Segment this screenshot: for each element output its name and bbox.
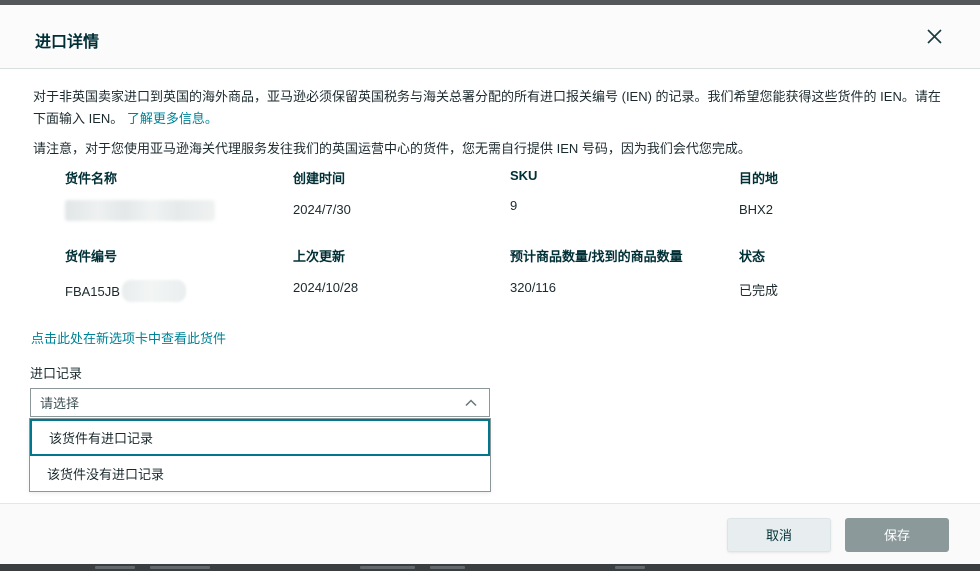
- import-record-options: 该货件有进口记录 该货件没有进口记录: [29, 418, 491, 492]
- learn-more-link[interactable]: 了解更多信息。: [127, 111, 218, 126]
- field-created-date: 创建时间 2024/7/30: [293, 168, 510, 221]
- redacted-shipment-id-suffix: [121, 280, 186, 302]
- field-label: SKU: [510, 168, 538, 183]
- cancel-button[interactable]: 取消: [727, 517, 831, 552]
- shipment-id-prefix: FBA15JB: [65, 283, 120, 299]
- view-shipment-link[interactable]: 点击此处在新选项卡中查看此货件: [31, 328, 226, 347]
- background-page-bottom-strip: [0, 564, 980, 571]
- field-value: 9: [510, 198, 518, 213]
- background-text-fragment: [430, 566, 465, 569]
- intro-paragraph: 对于非英国卖家进口到英国的海外商品，亚马逊必须保留英国税务与海关总署分配的所有进…: [33, 86, 947, 130]
- background-text-fragment: [95, 566, 135, 569]
- field-label: 目的地: [739, 171, 779, 186]
- field-value: FBA15JB: [65, 280, 293, 302]
- field-status: 状态 已完成: [739, 246, 945, 302]
- field-value: 2024/7/30: [293, 202, 351, 217]
- save-button[interactable]: 保存: [845, 517, 949, 552]
- select-placeholder: 请选择: [40, 396, 80, 411]
- field-value: 2024/10/28: [293, 280, 359, 295]
- field-shipment-name: 货件名称: [65, 168, 293, 221]
- field-label: 货件名称: [65, 171, 118, 186]
- redacted-shipment-name: [65, 200, 215, 221]
- modal-header: 进口详情: [0, 5, 980, 69]
- field-destination: 目的地 BHX2: [739, 168, 945, 221]
- note-paragraph: 请注意，对于您使用亚马逊海关代理服务发往我们的英国运营中心的货件，您无需自行提供…: [33, 141, 751, 156]
- field-label: 预计商品数量/找到的商品数量: [510, 249, 683, 264]
- field-label: 上次更新: [293, 249, 346, 264]
- close-button[interactable]: [921, 25, 947, 51]
- details-row-1: 货件名称 创建时间 2024/7/30 SKU 9 目的地 BHX2: [65, 168, 945, 221]
- chevron-up-icon: [465, 394, 477, 412]
- modal-title: 进口详情: [35, 34, 100, 51]
- field-value: [65, 200, 293, 221]
- field-last-updated: 上次更新 2024/10/28: [293, 246, 510, 302]
- import-details-modal: 进口详情 对于非英国卖家进口到英国的海外商品，亚马逊必须保留英国税务与海关总署分…: [0, 0, 980, 571]
- import-record-label: 进口记录: [30, 366, 83, 381]
- option-no-import-record[interactable]: 该货件没有进口记录: [30, 456, 490, 491]
- background-text-fragment: [150, 566, 210, 569]
- field-shipment-id: 货件编号 FBA15JB: [65, 246, 293, 302]
- field-sku: SKU 9: [510, 168, 739, 221]
- field-label: 状态: [739, 249, 766, 264]
- background-text-fragment: [360, 566, 415, 569]
- field-value: 320/116: [510, 280, 557, 295]
- field-label: 创建时间: [293, 171, 346, 186]
- field-expected-found-qty: 预计商品数量/找到的商品数量 320/116: [510, 246, 739, 302]
- close-icon: [926, 28, 943, 48]
- field-label: 货件编号: [65, 249, 118, 264]
- option-has-import-record[interactable]: 该货件有进口记录: [30, 419, 490, 456]
- background-text-fragment: [615, 566, 645, 569]
- field-value: BHX2: [739, 202, 773, 217]
- modal-footer: 取消 保存: [0, 503, 980, 565]
- import-record-select[interactable]: 请选择: [30, 388, 490, 417]
- details-row-2: 货件编号 FBA15JB 上次更新 2024/10/28 预计商品数量/找到的商…: [65, 246, 945, 302]
- status-value: 已完成: [739, 283, 779, 298]
